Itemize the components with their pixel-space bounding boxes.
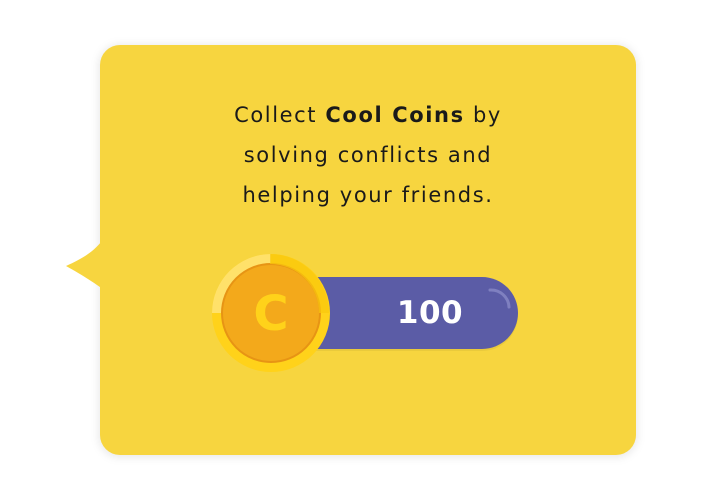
message-line-2: solving conflicts and: [243, 143, 493, 167]
coin-letter: C: [253, 286, 288, 342]
coin-icon: C: [212, 254, 330, 372]
message-line-1-suffix: by: [464, 103, 502, 127]
coin-count: 100: [396, 295, 464, 331]
pill-shine: [488, 288, 511, 309]
message-line-1: Collect Cool Coins by: [100, 95, 636, 135]
message-line-1-prefix: Collect: [234, 103, 326, 127]
tutorial-stage: Collect Cool Coins by solving conflicts …: [0, 0, 701, 501]
coin-counter: 100 C: [210, 252, 520, 374]
cool-coins-label: Cool Coins: [325, 103, 465, 127]
tooltip-message: Collect Cool Coins by solving conflicts …: [100, 95, 636, 215]
message-line-3: helping your friends.: [242, 183, 494, 207]
speech-bubble-tail: [66, 238, 104, 290]
